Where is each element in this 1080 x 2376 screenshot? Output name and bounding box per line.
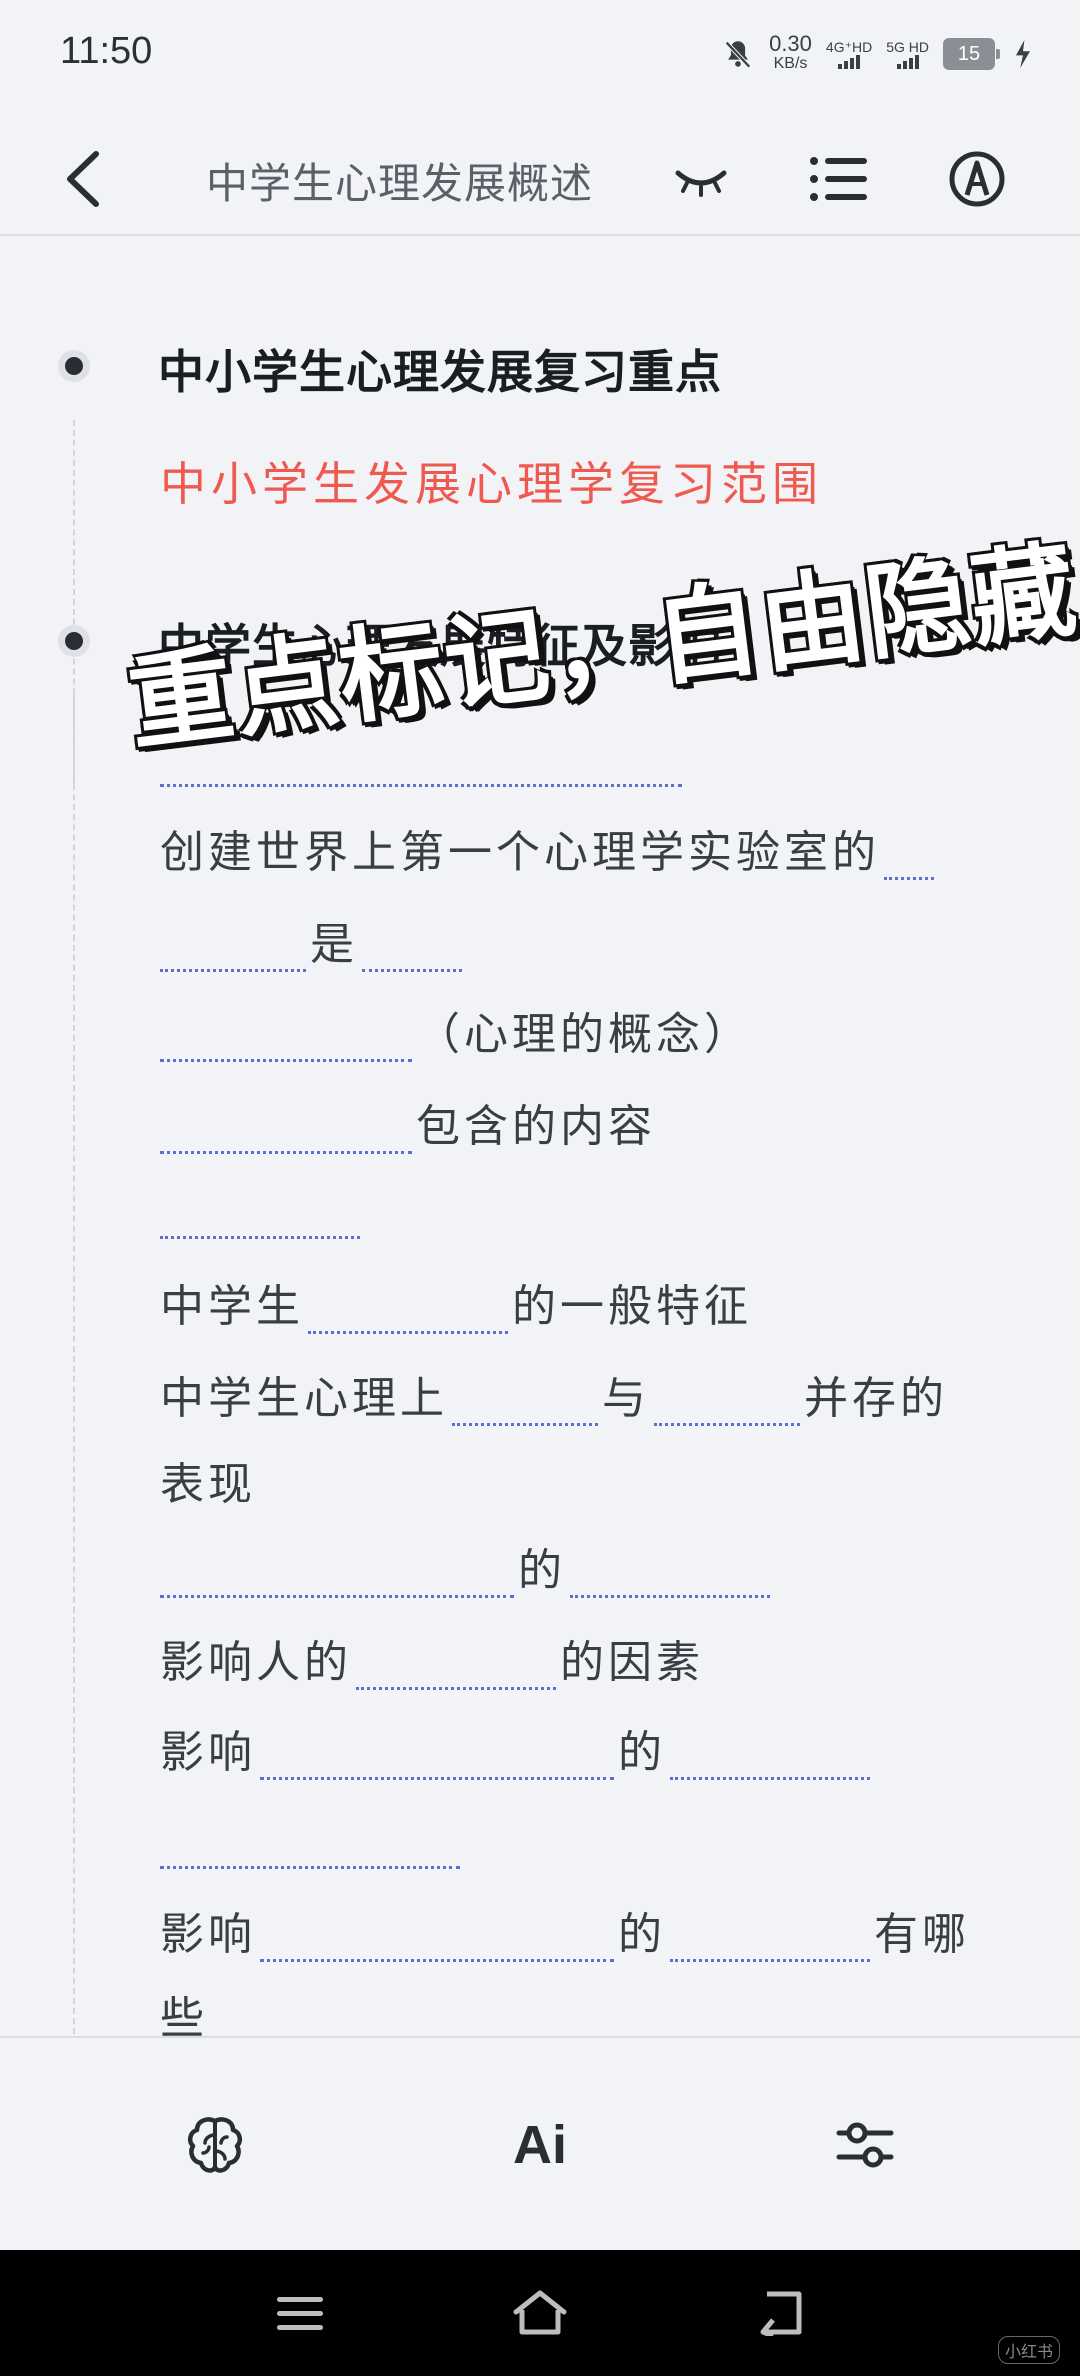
- signal-bars-icon: [896, 55, 919, 69]
- pen-circle-icon: [949, 151, 1005, 207]
- note-line: 创建世界上第一个心理学实验室的: [160, 816, 938, 880]
- note-text: 创建世界上第一个心理学实验室的: [160, 827, 880, 878]
- note-line: 中学生心理上 与 并存的: [160, 1362, 948, 1426]
- note-line: 包含的内容: [160, 1090, 656, 1154]
- note-text: 影响: [160, 1909, 256, 1960]
- hidden-blank[interactable]: [260, 1915, 614, 1962]
- brain-icon: [187, 2117, 243, 2173]
- home-button[interactable]: [500, 2278, 580, 2348]
- signal-bars-icon: [838, 55, 861, 69]
- note-text: 中学生心理上: [160, 1373, 448, 1424]
- signal-5g: 5G HD: [886, 39, 929, 69]
- hidden-blank[interactable]: [160, 925, 306, 972]
- settings-button[interactable]: [810, 2090, 920, 2200]
- hidden-blank[interactable]: [308, 1287, 508, 1334]
- speed-value: 0.30: [769, 31, 812, 56]
- note-line: 影响 的 有哪: [160, 1898, 970, 1962]
- signal-4g: 4G⁺HD: [826, 39, 872, 69]
- return-icon: [760, 2291, 802, 2336]
- speed-unit: KB/s: [773, 55, 808, 72]
- note-text: 是: [310, 919, 358, 970]
- status-bar: 11:50 0.30 KB/s 4G⁺HD 5G HD 15: [0, 0, 1080, 116]
- hidden-blank[interactable]: [160, 1107, 412, 1154]
- hidden-blank[interactable]: [160, 1015, 412, 1062]
- outline-content: 中小学生心理发展复习重点 中小学生发展心理学复习范围 中学生心理发展特征及影响 …: [0, 236, 1080, 2044]
- note-line: 中学生 的一般特征: [160, 1270, 752, 1334]
- eye-closed-icon: [675, 170, 727, 197]
- hidden-blank[interactable]: [452, 1379, 598, 1426]
- note-line: 的: [160, 1534, 774, 1598]
- outline-bullet[interactable]: [65, 632, 83, 650]
- ai-assistant-button[interactable]: Ai: [485, 2090, 595, 2200]
- back-button[interactable]: [52, 144, 122, 214]
- note-text: 表现: [160, 1459, 256, 1510]
- list-icon: [810, 157, 867, 201]
- note-text: 并存的: [804, 1373, 948, 1424]
- note-line: （心理的概念）: [160, 998, 752, 1062]
- hidden-blank[interactable]: [160, 1864, 460, 1869]
- watermark-logo: 小红书: [997, 2336, 1060, 2364]
- document-title[interactable]: 中学生心理发展概述: [206, 150, 593, 211]
- signal-4g-label: 4G⁺HD: [825, 39, 873, 55]
- note-text: 影响: [160, 1727, 256, 1778]
- top-app-bar: 中学生心理发展概述: [0, 120, 1080, 236]
- status-icons: 0.30 KB/s 4G⁺HD 5G HD 15: [721, 31, 1032, 74]
- hidden-blank[interactable]: [356, 1643, 556, 1690]
- charging-icon: [1016, 40, 1030, 68]
- outline-guide-line: [73, 694, 75, 2034]
- note-text: 的一般特征: [512, 1281, 752, 1332]
- mute-bell-icon: [725, 41, 751, 69]
- hide-toggle-button[interactable]: [666, 144, 736, 214]
- hidden-blank[interactable]: [654, 1379, 800, 1426]
- outline-bullet[interactable]: [65, 357, 83, 375]
- note-text: 影响人的: [160, 1637, 352, 1688]
- note-line: 影响 的: [160, 1716, 874, 1780]
- home-icon: [513, 2290, 567, 2335]
- note-line: 表现: [160, 1448, 256, 1512]
- hidden-blank[interactable]: [362, 925, 462, 972]
- hidden-blank[interactable]: [570, 1551, 770, 1598]
- outline-list-button[interactable]: [804, 144, 874, 214]
- hidden-blank[interactable]: [670, 1915, 870, 1962]
- note-text: 与: [602, 1373, 650, 1424]
- ai-label: Ai: [513, 2115, 567, 2175]
- chevron-left-icon: [67, 151, 99, 207]
- note-text: 的: [618, 1727, 666, 1778]
- note-text: 中学生: [160, 1281, 304, 1332]
- section-heading[interactable]: 中小学生心理发展复习重点: [158, 336, 722, 402]
- note-text: 的因素: [560, 1637, 704, 1688]
- sliders-icon: [836, 2122, 894, 2168]
- hidden-blank[interactable]: [260, 1733, 614, 1780]
- battery-level: 15: [943, 38, 995, 70]
- note-text: 的: [618, 1909, 666, 1960]
- note-text: （心理的概念）: [416, 1009, 752, 1060]
- network-speed: 0.30 KB/s: [769, 31, 812, 74]
- system-navigation-bar: 小红书: [0, 2250, 1080, 2376]
- hidden-blank[interactable]: [670, 1733, 870, 1780]
- bottom-toolbar: Ai: [0, 2036, 1080, 2252]
- recent-apps-button[interactable]: [260, 2278, 340, 2348]
- note-line: 是: [160, 908, 466, 972]
- signal-5g-label: 5G HD: [886, 39, 929, 55]
- hidden-blank[interactable]: [160, 1551, 514, 1598]
- note-text: 有哪: [874, 1909, 970, 1960]
- note-text: 包含的内容: [416, 1101, 656, 1152]
- hidden-blank[interactable]: [160, 1234, 360, 1239]
- status-time: 11:50: [60, 30, 153, 72]
- note-text: 的: [518, 1545, 566, 1596]
- battery-icon: 15: [943, 38, 1000, 70]
- back-nav-button[interactable]: [740, 2278, 820, 2348]
- menu-icon: [277, 2297, 323, 2330]
- hidden-blank[interactable]: [884, 833, 934, 880]
- section-link[interactable]: 中小学生发展心理学复习范围: [160, 448, 823, 514]
- edit-mode-button[interactable]: [942, 144, 1012, 214]
- note-line: 影响人的 的因素: [160, 1626, 704, 1690]
- mindmap-button[interactable]: [160, 2090, 270, 2200]
